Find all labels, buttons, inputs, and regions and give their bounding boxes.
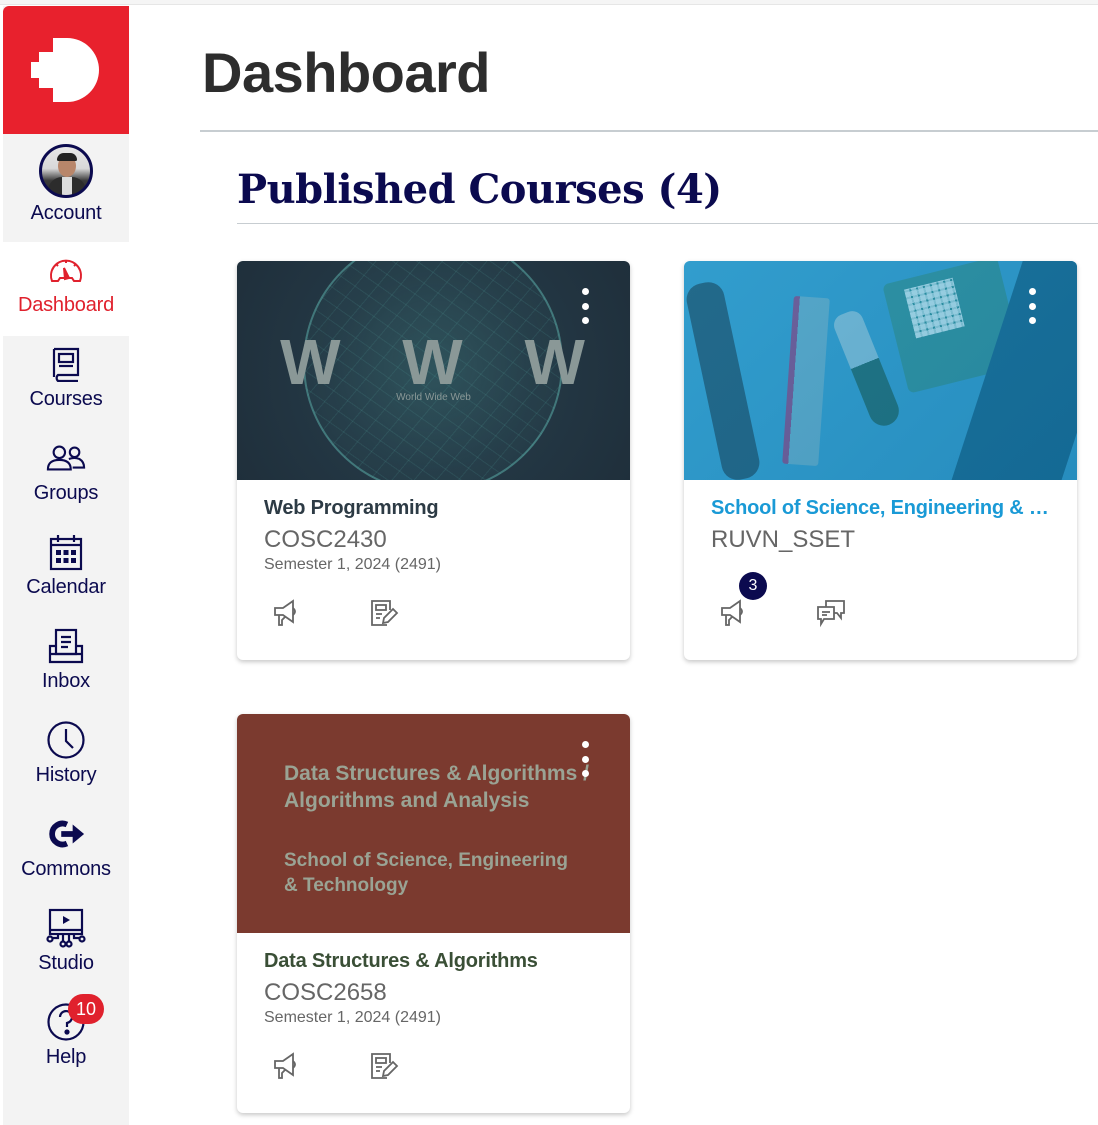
hero-title-line: Data Structures & Algorithms / [284, 762, 589, 785]
hero-subtitle-line: & Technology [284, 875, 409, 896]
sidebar-item-courses[interactable]: Courses [3, 336, 129, 430]
sidebar-item-calendar[interactable]: Calendar [3, 524, 129, 618]
sidebar-item-label: Help [45, 1046, 87, 1068]
studio-icon [46, 908, 86, 948]
course-code: COSC2430 [264, 526, 387, 553]
hero-subline: World Wide Web [396, 392, 471, 403]
help-icon: 10 [46, 994, 104, 1042]
users-icon [46, 438, 86, 478]
sidebar-item-inbox[interactable]: Inbox [3, 618, 129, 712]
sidebar-item-label: Courses [29, 388, 103, 410]
assignments-button[interactable] [369, 1051, 399, 1081]
page-title: Dashboard [202, 41, 491, 104]
card-options-button[interactable] [578, 741, 592, 777]
course-card[interactable]: School of Science, Engineering & T... RU… [684, 261, 1077, 660]
sidebar-item-label: Commons [21, 858, 111, 880]
course-card-image[interactable] [684, 261, 1077, 480]
course-name-link[interactable]: Web Programming [264, 497, 603, 520]
sidebar-item-label: Dashboard [17, 294, 115, 316]
hero-title: Data Structures & Algorithms / Algorithm… [284, 760, 589, 814]
course-term: Semester 1, 2024 (2491) [264, 1009, 441, 1026]
sidebar-item-label: Calendar [26, 576, 106, 598]
course-code: COSC2658 [264, 979, 387, 1006]
sidebar-item-commons[interactable]: Commons [3, 806, 129, 900]
assignments-button[interactable] [369, 598, 399, 628]
course-card[interactable]: W W W World Wide Web Web Programming COS… [237, 261, 630, 660]
course-code: RUVN_SSET [711, 526, 856, 553]
hero-title-line: Algorithms and Analysis [284, 789, 530, 812]
announcements-button[interactable]: 3 [718, 572, 767, 628]
canvas-logo-button[interactable] [3, 6, 129, 134]
announcements-button[interactable] [271, 1051, 301, 1081]
global-navigation: Account Dashboard Courses Groups Calenda… [3, 6, 129, 1125]
sidebar-item-dashboard[interactable]: Dashboard [3, 242, 129, 336]
avatar [39, 144, 93, 198]
announcements-icon [274, 1052, 296, 1079]
sidebar-item-history[interactable]: History [3, 712, 129, 806]
discussions-icon [817, 600, 845, 628]
announcements-icon [721, 599, 743, 626]
sidebar-item-account[interactable]: Account [3, 134, 129, 242]
course-card[interactable]: Data Structures & Algorithms / Algorithm… [237, 714, 630, 1113]
discussions-button[interactable] [816, 598, 846, 628]
course-card-image[interactable]: W W W World Wide Web [237, 261, 630, 480]
announcements-icon [274, 599, 296, 626]
sidebar-item-label: History [35, 764, 97, 786]
sidebar-item-label: Inbox [42, 670, 90, 692]
book-icon [46, 344, 86, 384]
course-name-link[interactable]: School of Science, Engineering & T... [711, 497, 1050, 520]
announcements-button[interactable] [271, 598, 301, 628]
assignments-icon [371, 600, 399, 626]
canvas-logo-icon [31, 38, 99, 102]
header-divider [200, 130, 1098, 132]
course-card-image[interactable]: Data Structures & Algorithms / Algorithm… [237, 714, 630, 933]
help-notification-badge: 10 [68, 994, 104, 1024]
sidebar-item-help[interactable]: 10 Help [3, 994, 129, 1088]
inbox-icon [46, 626, 86, 666]
sidebar-item-groups[interactable]: Groups [3, 430, 129, 524]
calendar-icon [46, 532, 86, 572]
hero-subtitle-line: School of Science, Engineering [284, 850, 568, 871]
card-options-button[interactable] [1025, 288, 1039, 324]
clock-icon [46, 720, 86, 760]
card-options-button[interactable] [578, 288, 592, 324]
course-name-link[interactable]: Data Structures & Algorithms [264, 950, 603, 973]
commons-icon [46, 814, 86, 854]
dashboard-gauge-icon [46, 250, 86, 290]
hero-headline: W W W [280, 326, 607, 398]
sidebar-item-label: Account [30, 202, 102, 224]
sidebar-item-label: Groups [33, 482, 99, 504]
section-title: Published Courses (4) [237, 166, 722, 213]
assignments-icon [371, 1053, 399, 1079]
sidebar-item-label: Studio [38, 952, 94, 974]
browser-top-strip [0, 0, 1098, 5]
hero-subtitle: School of Science, Engineering & Technol… [284, 848, 568, 898]
section-divider [237, 223, 1098, 224]
course-term: Semester 1, 2024 (2491) [264, 556, 441, 573]
unread-announcements-badge: 3 [739, 572, 767, 600]
sidebar-item-studio[interactable]: Studio [3, 900, 129, 994]
